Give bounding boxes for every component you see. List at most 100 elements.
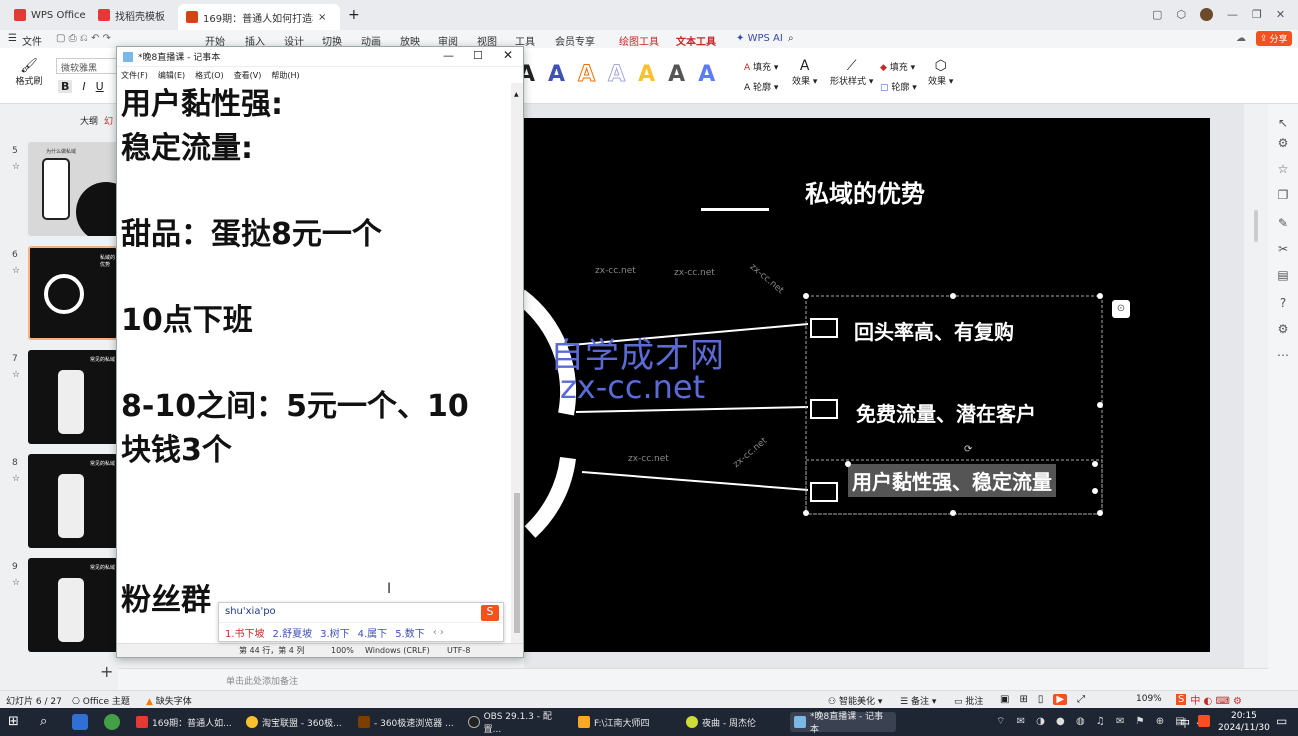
pointer-icon[interactable]: ↖: [1276, 116, 1290, 130]
outline-tab[interactable]: 大纲: [80, 114, 98, 127]
star-icon[interactable]: ☆: [12, 370, 20, 380]
resize-handle[interactable]: [803, 293, 809, 299]
italic-button[interactable]: I: [82, 80, 85, 93]
star-icon[interactable]: ☆: [12, 162, 20, 172]
advantage-item-2[interactable]: 免费流量、潜在客户: [856, 398, 1036, 427]
copy-icon[interactable]: ❐: [1276, 188, 1290, 202]
text-resize-handle[interactable]: [1092, 488, 1098, 494]
underline-button[interactable]: U: [96, 80, 104, 93]
resize-handle[interactable]: [1097, 510, 1103, 516]
ime-candidate-4[interactable]: 4.属下: [358, 625, 388, 640]
np-menu-edit[interactable]: 编辑(E): [158, 70, 185, 81]
np-menu-format[interactable]: 格式(O): [195, 70, 224, 81]
ime-candidate-3[interactable]: 3.树下: [320, 625, 350, 640]
minimize-icon[interactable]: —: [443, 49, 454, 62]
search-icon[interactable]: ⌕: [40, 714, 47, 729]
shape-fill-button[interactable]: ◆ 填充 ▾: [880, 60, 915, 73]
ime-status-icons[interactable]: 中 ◐ ⌨ ⚙: [1190, 692, 1242, 707]
star-icon[interactable]: ☆: [12, 474, 20, 484]
fit-icon[interactable]: ⤢: [1077, 694, 1085, 705]
shape-style-button[interactable]: ⟋ 形状样式 ▾: [830, 58, 873, 87]
quick-access-icons[interactable]: ▢ ⎙ ⎌ ↶ ↷: [56, 33, 111, 44]
smart-beautify-button[interactable]: ⚇ 智能美化 ▾: [828, 694, 882, 707]
maximize-icon[interactable]: ☐: [473, 49, 483, 62]
notification-icon[interactable]: ▭: [1276, 714, 1287, 728]
app-icon-blue[interactable]: [72, 714, 88, 730]
advantage-item-3-selected[interactable]: 用户黏性强、稳定流量: [848, 464, 1056, 497]
taskbar-obs[interactable]: OBS 29.1.3 - 配置...: [464, 712, 570, 735]
tool-icon[interactable]: ✂: [1276, 242, 1290, 256]
taskbar-wps[interactable]: 169期：普通人如...: [132, 712, 236, 732]
play-icon[interactable]: ▶: [1053, 694, 1068, 705]
slide-thumb-5[interactable]: 为什么做私域: [28, 142, 118, 236]
format-painter-button[interactable]: 🖌 格式刷: [14, 58, 44, 87]
text-style-6[interactable]: A: [668, 62, 685, 87]
normal-view-icon[interactable]: ▣: [1000, 694, 1009, 705]
tray-icons[interactable]: ⌔ ✉ ◑ ● ◍ ♫ ✉ ⚑ ⊕ ▤ ♪: [996, 715, 1206, 728]
scroll-thumb[interactable]: [514, 493, 520, 633]
tab-wps-office[interactable]: WPS Office: [6, 4, 94, 26]
more-icon[interactable]: ⋯: [1276, 348, 1290, 362]
tab-docer[interactable]: 找稻壳模板: [90, 4, 173, 26]
edit-icon[interactable]: ✎: [1276, 216, 1290, 230]
slide-thumb-7[interactable]: 常见的私域: [28, 350, 118, 444]
clock[interactable]: 20:15 2024/11/30: [1218, 710, 1270, 734]
text-style-5[interactable]: A: [638, 62, 655, 87]
help-icon[interactable]: ?: [1276, 296, 1290, 310]
close-window-icon[interactable]: ✕: [1276, 8, 1285, 21]
text-style-3[interactable]: A: [578, 62, 596, 88]
ime-candidate-1[interactable]: 1.书下坡: [225, 625, 265, 640]
resize-handle[interactable]: [1097, 293, 1103, 299]
menu-icon[interactable]: ☰: [8, 33, 17, 44]
taskbar-notepad[interactable]: *晚8直播课 - 记事本: [790, 712, 896, 735]
close-icon[interactable]: ✕: [503, 48, 513, 62]
star-icon[interactable]: ☆: [1276, 162, 1290, 176]
star-icon[interactable]: ☆: [12, 266, 20, 276]
cube-icon[interactable]: ⬡: [1176, 8, 1186, 21]
canvas-scrollbar[interactable]: [1254, 210, 1258, 242]
bold-button[interactable]: B: [58, 80, 73, 93]
ime-candidate-2[interactable]: 2.舒夏坡: [273, 625, 313, 640]
np-menu-help[interactable]: 帮助(H): [271, 70, 299, 81]
star-icon[interactable]: ☆: [12, 578, 20, 588]
taskbar-folder[interactable]: F:\江南大师四: [574, 712, 678, 732]
text-resize-handle[interactable]: [845, 461, 851, 467]
slide-canvas[interactable]: 私域的优势 回头率高、有复购 免费流量、潜在客户 用户黏性强、稳定流量 ⟳ ⊙ …: [520, 118, 1210, 652]
tab-presentation[interactable]: 169期：普通人如何打造私域 ×: [178, 4, 340, 30]
share-button[interactable]: ⇪ 分享: [1256, 31, 1292, 46]
sogou-tray-icon[interactable]: [1198, 715, 1210, 727]
text-style-7[interactable]: A: [698, 62, 715, 87]
adjust-icon[interactable]: ⚙: [1276, 136, 1290, 150]
windows-start-icon[interactable]: ⊞: [8, 714, 19, 729]
input-language[interactable]: 中: [1180, 715, 1190, 730]
taskbar-360[interactable]: - 360极速浏览器 ...: [354, 712, 460, 732]
taskbar-music[interactable]: 夜曲 - 周杰伦: [682, 712, 786, 732]
book-icon[interactable]: ▤: [1276, 268, 1290, 282]
add-slide-button[interactable]: +: [100, 662, 113, 681]
text-style-4[interactable]: A: [608, 62, 626, 88]
restore-icon[interactable]: ❐: [1252, 8, 1262, 21]
minimize-icon[interactable]: —: [1227, 8, 1238, 21]
text-resize-handle[interactable]: [1092, 461, 1098, 467]
wps-ai-button[interactable]: ✦ WPS AI: [736, 33, 783, 44]
ime-candidate-5[interactable]: 5.数下: [395, 625, 425, 640]
close-tab-icon[interactable]: ×: [318, 12, 326, 23]
new-tab-icon[interactable]: +: [348, 7, 360, 23]
search-icon[interactable]: ⌕: [788, 33, 794, 44]
rotate-handle-icon[interactable]: ⟳: [964, 444, 972, 455]
menu-file[interactable]: 文件: [22, 33, 42, 48]
theme-button[interactable]: ⎔ Office 主题: [72, 694, 130, 707]
resize-handle[interactable]: [1097, 402, 1103, 408]
text-fill-button[interactable]: A 填充 ▾: [744, 60, 778, 73]
ime-page-icon[interactable]: ‹ ›: [433, 627, 444, 638]
notes-bar[interactable]: 单击此处添加备注: [118, 668, 1268, 690]
settings-icon[interactable]: ⚙: [1276, 322, 1290, 336]
resize-handle[interactable]: [950, 510, 956, 516]
grid-view-icon[interactable]: ⊞: [1019, 694, 1027, 705]
advantage-item-1[interactable]: 回头率高、有复购: [854, 316, 1014, 345]
shape-outline-button[interactable]: ▢ 轮廓 ▾: [880, 80, 917, 93]
shape-options-icon[interactable]: ⊙: [1112, 300, 1130, 318]
menu-member[interactable]: 会员专享: [555, 33, 595, 48]
sogou-status-icon[interactable]: S: [1176, 694, 1187, 705]
slide-thumb-8[interactable]: 常见的私域: [28, 454, 118, 548]
